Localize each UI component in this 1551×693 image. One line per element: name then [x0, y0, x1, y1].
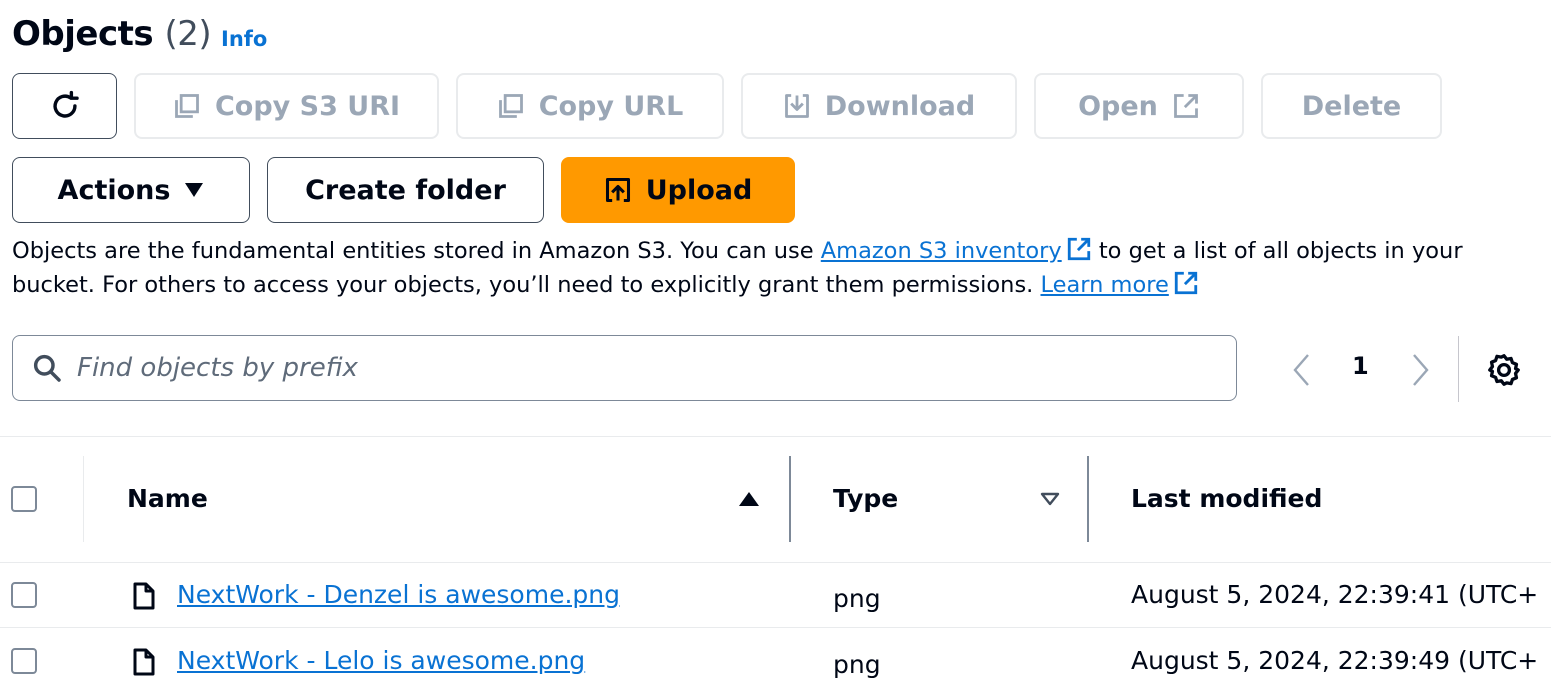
learn-more-link[interactable]: Learn more [1040, 272, 1168, 298]
object-last-modified: August 5, 2024, 22:39:49 (UTC+ [1131, 646, 1539, 675]
table-top-border [0, 436, 1551, 437]
pagination-divider [1458, 336, 1459, 402]
row-checkbox[interactable] [11, 648, 37, 674]
column-resizer[interactable] [789, 456, 791, 542]
column-divider [83, 456, 84, 542]
external-link-icon[interactable] [1066, 236, 1092, 262]
copy-icon [175, 94, 199, 118]
search-input[interactable]: Find objects by prefix [77, 353, 358, 383]
upload-label: Upload [645, 174, 753, 206]
sort-descending-icon[interactable] [1040, 492, 1060, 506]
header-bottom-border [0, 562, 1551, 563]
open-button[interactable]: Open [1034, 73, 1244, 139]
search-icon [33, 354, 61, 382]
objects-description: Objects are the fundamental entities sto… [12, 234, 1547, 302]
refresh-button[interactable] [12, 73, 117, 139]
column-resizer[interactable] [1087, 456, 1089, 542]
copy-icon [498, 94, 523, 118]
object-last-modified: August 5, 2024, 22:39:41 (UTC+ [1131, 580, 1539, 609]
column-header-type[interactable]: Type [833, 484, 898, 513]
table-row: NextWork - Lelo is awesome.png [177, 646, 585, 675]
object-count: (2) [164, 14, 212, 54]
actions-dropdown[interactable]: Actions [12, 157, 250, 223]
current-page[interactable]: 1 [1352, 352, 1369, 380]
page-title-text: Objects [12, 14, 154, 54]
external-link-icon [1174, 94, 1198, 118]
copy-s3-uri-label: Copy S3 URI [214, 90, 401, 122]
copy-url-button[interactable]: Copy URL [456, 73, 724, 139]
row-checkbox[interactable] [11, 582, 37, 608]
object-type: png [833, 650, 881, 679]
select-all-checkbox[interactable] [11, 486, 37, 512]
column-header-last-modified[interactable]: Last modified [1131, 484, 1322, 513]
copy-s3-uri-button[interactable]: Copy S3 URI [134, 73, 439, 139]
row-divider [0, 627, 1551, 628]
create-folder-label: Create folder [305, 174, 506, 206]
gear-icon[interactable] [1486, 352, 1522, 388]
object-name-link[interactable]: NextWork - Denzel is awesome.png [177, 580, 620, 609]
sort-ascending-icon[interactable] [738, 491, 760, 507]
upload-icon [605, 177, 630, 203]
open-label: Open [1078, 90, 1158, 122]
external-link-icon[interactable] [1173, 270, 1199, 296]
refresh-icon [52, 90, 79, 118]
chevron-right-icon[interactable] [1408, 352, 1432, 388]
download-button[interactable]: Download [741, 73, 1017, 139]
s3-inventory-link[interactable]: Amazon S3 inventory [821, 238, 1062, 264]
object-type: png [833, 584, 881, 613]
chevron-left-icon[interactable] [1290, 352, 1314, 388]
delete-button[interactable]: Delete [1261, 73, 1442, 139]
actions-label: Actions [57, 174, 171, 206]
page-title: Objects (2) [12, 14, 212, 54]
download-label: Download [824, 90, 976, 122]
object-name-link[interactable]: NextWork - Lelo is awesome.png [177, 646, 585, 675]
search-field[interactable]: Find objects by prefix [12, 335, 1237, 401]
delete-label: Delete [1301, 90, 1402, 122]
file-icon [133, 582, 155, 610]
column-header-name[interactable]: Name [127, 484, 208, 513]
create-folder-button[interactable]: Create folder [267, 157, 544, 223]
download-icon [784, 94, 809, 118]
file-icon [133, 648, 155, 676]
description-text-1: Objects are the fundamental entities sto… [12, 238, 821, 264]
info-link[interactable]: Info [221, 27, 267, 51]
copy-url-label: Copy URL [538, 90, 684, 122]
caret-down-icon [185, 183, 204, 197]
table-row: NextWork - Denzel is awesome.png [177, 580, 620, 609]
upload-button[interactable]: Upload [561, 157, 795, 223]
